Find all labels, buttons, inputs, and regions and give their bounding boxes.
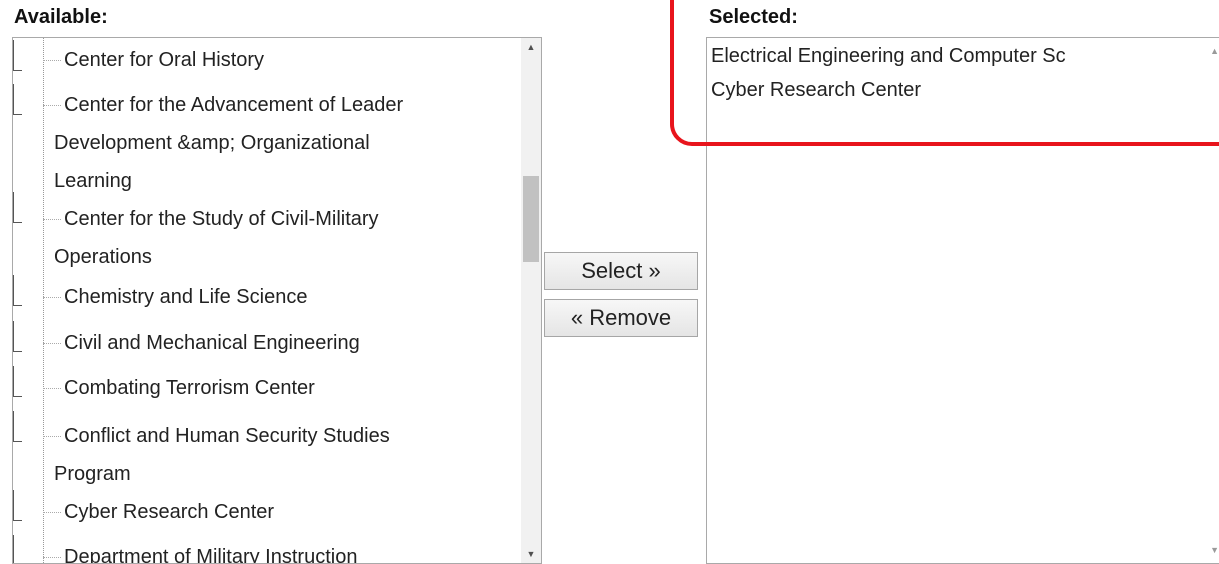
tree-node-marker — [13, 40, 22, 71]
tree-node-marker — [13, 411, 22, 442]
selected-label: Selected: — [709, 6, 798, 28]
scroll-down-arrow-icon[interactable]: ▼ — [1210, 545, 1219, 555]
tree-node-marker — [13, 84, 22, 115]
available-label: Available: — [14, 6, 108, 28]
list-item[interactable]: Center for Oral History — [43, 41, 521, 79]
tree-connector — [43, 60, 61, 61]
list-item-label: Learning — [54, 170, 132, 192]
list-item-continuation[interactable]: Program — [51, 455, 521, 493]
tree-node-marker — [13, 490, 22, 521]
selected-scrollbar[interactable]: ▲ ▼ — [1210, 38, 1219, 563]
list-item-label: Civil and Mechanical Engineering — [64, 332, 360, 354]
tree-connector — [43, 297, 61, 298]
list-item-label: Center for Oral History — [64, 49, 265, 71]
selected-list-item[interactable]: Electrical Engineering and Computer Sc — [711, 41, 1066, 71]
selected-list-item[interactable]: Cyber Research Center — [711, 75, 921, 105]
tree-guide-line — [43, 38, 44, 563]
tree-connector — [43, 388, 61, 389]
tree-node-marker — [13, 366, 22, 397]
tree-connector — [43, 343, 61, 344]
available-tree: Center for Oral History Center for the A… — [13, 38, 521, 563]
selected-list[interactable]: Electrical Engineering and Computer Sc C… — [706, 37, 1219, 564]
list-item-label: Department of Military Instruction — [64, 546, 358, 563]
scroll-up-arrow-icon[interactable]: ▲ — [1210, 46, 1219, 56]
tree-node-marker — [13, 192, 22, 223]
list-item[interactable]: Center for the Study of Civil-Military — [43, 200, 521, 238]
tree-node-marker — [13, 275, 22, 306]
list-item-label: Chemistry and Life Science — [64, 286, 308, 308]
available-scrollbar[interactable]: ▲ ▼ — [521, 38, 541, 563]
list-item-label: Center for the Advancement of Leader — [64, 94, 404, 116]
list-item-continuation[interactable]: Learning — [51, 162, 521, 200]
list-item-label: Program — [54, 463, 131, 485]
list-item-label: Operations — [54, 246, 152, 268]
scroll-up-arrow-icon[interactable]: ▲ — [521, 38, 541, 56]
tree-connector — [43, 512, 61, 513]
select-button[interactable]: Select » — [544, 252, 698, 290]
scrollbar-thumb[interactable] — [523, 176, 539, 262]
list-item[interactable]: Cyber Research Center — [43, 493, 521, 531]
list-item-label: Combating Terrorism Center — [64, 377, 315, 399]
remove-button[interactable]: « Remove — [544, 299, 698, 337]
list-item[interactable]: Center for the Advancement of Leader — [43, 86, 521, 124]
tree-connector — [43, 557, 61, 558]
tree-connector — [43, 219, 61, 220]
list-item-label: Conflict and Human Security Studies — [64, 425, 390, 447]
list-item-continuation[interactable]: Operations — [51, 238, 521, 276]
tree-node-marker — [13, 535, 22, 563]
list-item-label: Cyber Research Center — [64, 501, 275, 523]
list-item[interactable]: Department of Military Instruction — [43, 538, 521, 563]
scroll-down-arrow-icon[interactable]: ▼ — [521, 545, 541, 563]
list-item-continuation[interactable]: Development &amp; Organizational — [51, 124, 521, 162]
list-item[interactable]: Chemistry and Life Science — [43, 278, 521, 316]
list-item[interactable]: Combating Terrorism Center — [43, 369, 521, 407]
tree-node-marker — [13, 321, 22, 352]
list-item[interactable]: Civil and Mechanical Engineering — [43, 324, 521, 362]
tree-connector — [43, 105, 61, 106]
available-list[interactable]: Center for Oral History Center for the A… — [12, 37, 542, 564]
list-item-label: Development &amp; Organizational — [54, 132, 370, 154]
list-item[interactable]: Conflict and Human Security Studies — [43, 417, 521, 455]
tree-connector — [43, 436, 61, 437]
list-item-label: Center for the Study of Civil-Military — [64, 208, 379, 230]
